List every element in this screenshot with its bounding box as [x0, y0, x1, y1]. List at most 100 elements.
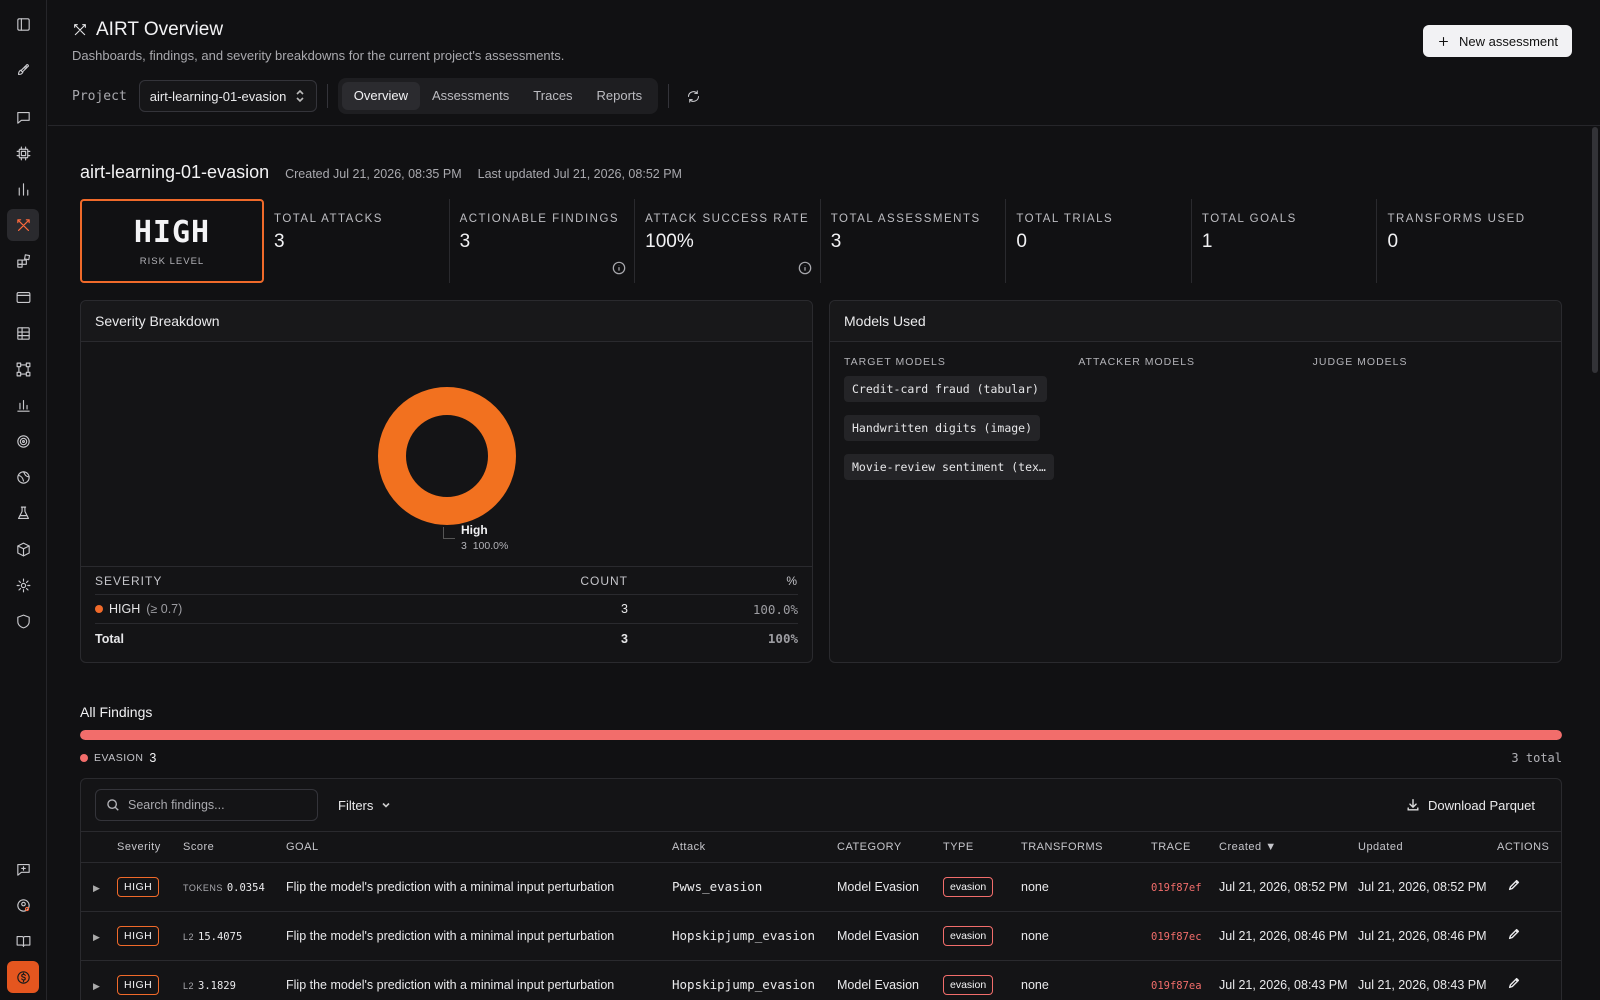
table-row[interactable]: ▶ HIGH L2 3.1829 Flip the model's predict… [81, 960, 1561, 1000]
analytics-icon[interactable] [7, 389, 39, 421]
trace-link[interactable]: 019f87ef [1151, 882, 1202, 894]
category-cell: Model Evasion [837, 862, 943, 912]
edit-icon[interactable] [1497, 879, 1521, 895]
user-settings-icon[interactable] [7, 889, 39, 921]
category-legend: EVASION 3 [80, 751, 156, 765]
legend-count: 3 [461, 540, 467, 552]
project-select[interactable]: airt-learning-01-evasion [138, 80, 317, 112]
findings-table: Severity Score GOAL Attack CATEGORY TYPE… [81, 832, 1561, 1000]
project-updated: Last updated Jul 21, 2026, 08:52 PM [477, 167, 682, 181]
col-trace[interactable]: TRACE [1151, 832, 1219, 863]
project-label: Project [72, 88, 127, 104]
tab-reports[interactable]: Reports [585, 82, 655, 110]
expand-row-icon[interactable]: ▶ [81, 883, 100, 893]
stat-label: TOTAL ATTACKS [274, 213, 383, 225]
trace-cell: 019f87ef [1151, 862, 1219, 912]
rocket-icon[interactable] [7, 53, 39, 85]
type-cell: evasion [943, 862, 1021, 912]
findings-body: ▶ HIGH TOKENS 0.0354 Flip the model's pre… [81, 862, 1561, 1000]
filters-button[interactable]: Filters [338, 798, 391, 813]
refresh-button[interactable] [679, 82, 707, 110]
bar-chart-icon[interactable] [7, 173, 39, 205]
tab-assessments[interactable]: Assessments [420, 82, 521, 110]
info-icon[interactable] [798, 261, 812, 275]
edit-icon[interactable] [1497, 928, 1521, 944]
stat-label: TRANSFORMS USED [1387, 213, 1526, 225]
view-tabs: Overview Assessments Traces Reports [337, 78, 659, 114]
table-row[interactable]: ▶ HIGH TOKENS 0.0354 Flip the model's pre… [81, 862, 1561, 912]
score-cell: TOKENS 0.0354 [183, 862, 286, 912]
col-severity[interactable]: Severity [117, 832, 183, 863]
divider [668, 84, 670, 108]
col-attack[interactable]: Attack [672, 832, 837, 863]
transforms-cell: none [1021, 862, 1151, 912]
stat-total-attacks: TOTAL ATTACKS 3 [264, 199, 450, 283]
billing-icon[interactable] [7, 961, 39, 993]
table-row[interactable]: ▶ HIGH L2 15.4075 Flip the model's predic… [81, 911, 1561, 961]
severity-table-header: SEVERITY COUNT % [95, 567, 798, 595]
settings-icon[interactable] [7, 569, 39, 601]
trace-link[interactable]: 019f87ec [1151, 931, 1202, 943]
new-assessment-button[interactable]: New assessment [1423, 25, 1572, 57]
stats-row: HIGH RISK LEVEL TOTAL ATTACKS 3 ACTIONAB… [80, 199, 1562, 283]
col-score[interactable]: Score [183, 832, 286, 863]
col-goal[interactable]: GOAL [286, 832, 672, 863]
actions-cell [1497, 960, 1561, 1000]
chip-icon[interactable] [7, 137, 39, 169]
browser-icon[interactable] [7, 281, 39, 313]
severity-pct: 100.0% [752, 601, 798, 617]
scrollbar[interactable] [1592, 127, 1598, 373]
book-icon[interactable] [7, 925, 39, 957]
swords-icon [74, 24, 86, 36]
package-icon[interactable] [7, 533, 39, 565]
filters-label: Filters [338, 797, 374, 813]
col-category[interactable]: CATEGORY [837, 832, 943, 863]
workflow-icon[interactable] [7, 353, 39, 385]
created-cell: Jul 21, 2026, 08:52 PM [1219, 862, 1358, 912]
project-name: airt-learning-01-evasion [80, 162, 270, 182]
trace-link[interactable]: 019f87ea [1151, 980, 1202, 992]
page-title-row: AIRT Overview [72, 19, 223, 41]
chart-legend: High 3 100.0% [443, 523, 508, 552]
chat-icon[interactable] [7, 101, 39, 133]
model-chip: Handwritten digits (image) [844, 415, 1041, 441]
tab-traces[interactable]: Traces [521, 82, 584, 110]
info-icon[interactable] [612, 261, 626, 275]
type-badge: evasion [943, 876, 994, 897]
edit-icon[interactable] [1497, 977, 1521, 993]
risk-level-value: HIGH [133, 215, 211, 250]
expand-cell: ▶ [81, 960, 117, 1000]
stat-total-goals: TOTAL GOALS 1 [1192, 199, 1378, 283]
severity-badge: HIGH [117, 925, 160, 946]
severity-row-high: HIGH (≥ 0.7) 3 100.0% [95, 595, 798, 624]
globe-icon[interactable] [7, 461, 39, 493]
col-type[interactable]: TYPE [943, 832, 1021, 863]
expand-cell: ▶ [81, 911, 117, 961]
table-icon[interactable] [7, 317, 39, 349]
message-plus-icon[interactable] [7, 853, 39, 885]
col-created[interactable]: Created ▼ [1219, 832, 1358, 863]
stat-value: 0 [1387, 231, 1399, 252]
flask-icon[interactable] [7, 497, 39, 529]
stat-label: TOTAL GOALS [1201, 213, 1297, 225]
shield-icon[interactable] [7, 605, 39, 637]
target-icon[interactable] [7, 425, 39, 457]
toggle-sidebar-icon[interactable] [7, 8, 39, 40]
donut-slice-high[interactable] [378, 387, 516, 525]
total-label: Total [95, 631, 124, 646]
judge-models-column: JUDGE MODELS [1313, 356, 1547, 493]
col-transforms[interactable]: TRANSFORMS [1021, 832, 1151, 863]
blocks-icon[interactable] [7, 245, 39, 277]
expand-row-icon[interactable]: ▶ [81, 981, 100, 991]
expand-row-icon[interactable]: ▶ [81, 932, 100, 942]
goal-cell: Flip the model's prediction with a minim… [286, 862, 672, 912]
col-count: COUNT [580, 573, 628, 588]
search-input[interactable] [128, 798, 298, 812]
col-updated[interactable]: Updated [1358, 832, 1497, 863]
findings-table-card: Filters Download Parquet Severity Score … [80, 778, 1562, 1000]
stat-value: 100% [645, 231, 694, 252]
tab-overview[interactable]: Overview [341, 82, 420, 110]
severity-table: SEVERITY COUNT % HIGH (≥ 0.7) 3 100.0% T… [81, 567, 812, 653]
download-parquet-button[interactable]: Download Parquet [1406, 798, 1535, 813]
swords-icon[interactable] [7, 209, 39, 241]
